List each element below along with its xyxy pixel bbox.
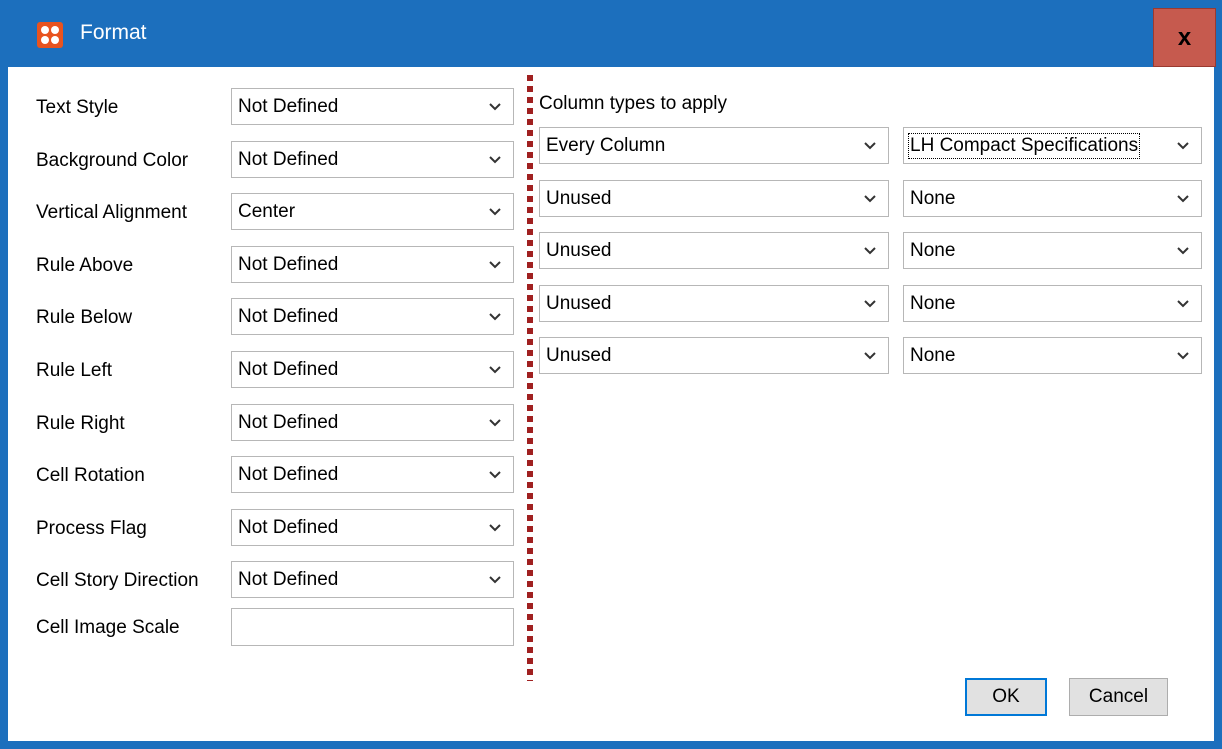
property-dropdown-value: Not Defined: [238, 464, 339, 486]
dialog-body: Text Style Not Defined Background Color Not…: [8, 67, 1214, 741]
specification-dropdown[interactable]: None: [903, 337, 1202, 375]
property-label: Rule Left: [36, 360, 113, 381]
chevron-down-icon: [487, 308, 503, 324]
property-dropdown[interactable]: Not Defined: [231, 88, 514, 125]
specification-dropdown[interactable]: LH Compact Specifications: [903, 127, 1202, 164]
chevron-down-icon: [487, 466, 503, 482]
property-dropdown[interactable]: Not Defined: [231, 140, 514, 178]
column-type-dropdown[interactable]: Unused: [539, 337, 889, 375]
chevron-down-icon: [487, 98, 503, 114]
property-dropdown-value: Not Defined: [238, 306, 339, 328]
property-dropdown[interactable]: Not Defined: [231, 245, 514, 283]
ok-button[interactable]: OK: [965, 678, 1047, 716]
column-type-dropdown[interactable]: Every Column: [539, 127, 889, 164]
panel-divider: [527, 75, 533, 681]
property-label: Cell Story Direction: [36, 570, 199, 592]
specification-dropdown[interactable]: None: [903, 232, 1202, 270]
property-dropdown-value: Not Defined: [238, 253, 339, 275]
column-type-dropdown[interactable]: Unused: [539, 179, 889, 217]
column-type-dropdown-value: Unused: [546, 292, 612, 314]
property-label: Process Flag: [36, 517, 147, 539]
chevron-down-icon: [862, 295, 878, 311]
property-label: Cell Rotation: [36, 465, 145, 487]
column-types-header: Column types to apply: [539, 93, 727, 114]
column-type-dropdown-value: Unused: [546, 345, 612, 367]
chevron-down-icon: [862, 190, 878, 206]
chevron-down-icon: [862, 347, 878, 363]
property-dropdown[interactable]: Not Defined: [231, 561, 514, 599]
column-type-dropdown[interactable]: Unused: [539, 284, 889, 322]
format-dialog: Format x Text Style Not Defined Background…: [0, 0, 1222, 749]
chevron-down-icon: [487, 203, 503, 219]
chevron-down-icon: [487, 361, 503, 377]
property-label: Rule Above: [36, 254, 134, 276]
property-dropdown-value: Not Defined: [238, 411, 339, 433]
image-scale-label: Cell Image Scale: [36, 617, 180, 638]
app-icon: [37, 22, 63, 48]
specification-dropdown[interactable]: None: [903, 179, 1202, 217]
image-scale-input[interactable]: [231, 608, 514, 646]
property-dropdown[interactable]: Center: [231, 193, 514, 231]
specification-dropdown-value: None: [910, 187, 956, 209]
chevron-down-icon: [487, 256, 503, 272]
close-button[interactable]: x: [1153, 8, 1216, 67]
chevron-down-icon: [487, 414, 503, 430]
property-label: Rule Below: [36, 307, 133, 329]
property-dropdown-value: Center: [238, 201, 296, 223]
chevron-down-icon: [1175, 295, 1191, 311]
chevron-down-icon: [862, 242, 878, 258]
column-type-dropdown-value: Unused: [546, 240, 612, 262]
property-dropdown-value: Not Defined: [238, 569, 339, 591]
specification-dropdown-value: LH Compact Specifications: [907, 133, 1141, 159]
property-dropdown-value: Not Defined: [238, 96, 339, 117]
column-type-dropdown-value: Unused: [546, 187, 612, 209]
specification-dropdown-value: None: [910, 292, 956, 314]
specification-dropdown-value: None: [910, 240, 956, 262]
chevron-down-icon: [487, 519, 503, 535]
column-type-dropdown[interactable]: Unused: [539, 232, 889, 270]
property-label: Background Color: [36, 149, 189, 171]
chevron-down-icon: [487, 571, 503, 587]
property-label: Rule Right: [36, 412, 125, 434]
title-bar[interactable]: Format x: [0, 0, 1222, 67]
chevron-down-icon: [487, 151, 503, 167]
property-dropdown[interactable]: Not Defined: [231, 351, 514, 388]
chevron-down-icon: [1175, 242, 1191, 258]
property-label: Vertical Alignment: [36, 202, 188, 224]
window-title: Format: [80, 21, 147, 44]
property-dropdown-value: Not Defined: [238, 359, 339, 380]
property-label: Text Style: [36, 97, 119, 118]
specification-dropdown[interactable]: None: [903, 284, 1202, 322]
chevron-down-icon: [1175, 190, 1191, 206]
property-dropdown[interactable]: Not Defined: [231, 508, 514, 546]
column-type-dropdown-value: Every Column: [546, 135, 666, 156]
chevron-down-icon: [862, 137, 878, 153]
property-dropdown[interactable]: Not Defined: [231, 403, 514, 441]
chevron-down-icon: [1175, 347, 1191, 363]
property-dropdown[interactable]: Not Defined: [231, 456, 514, 494]
property-dropdown-value: Not Defined: [238, 516, 339, 538]
chevron-down-icon: [1175, 137, 1191, 153]
specification-dropdown-value: None: [910, 345, 956, 367]
cancel-button[interactable]: Cancel: [1069, 678, 1168, 716]
property-dropdown-value: Not Defined: [238, 148, 339, 170]
property-dropdown[interactable]: Not Defined: [231, 298, 514, 336]
